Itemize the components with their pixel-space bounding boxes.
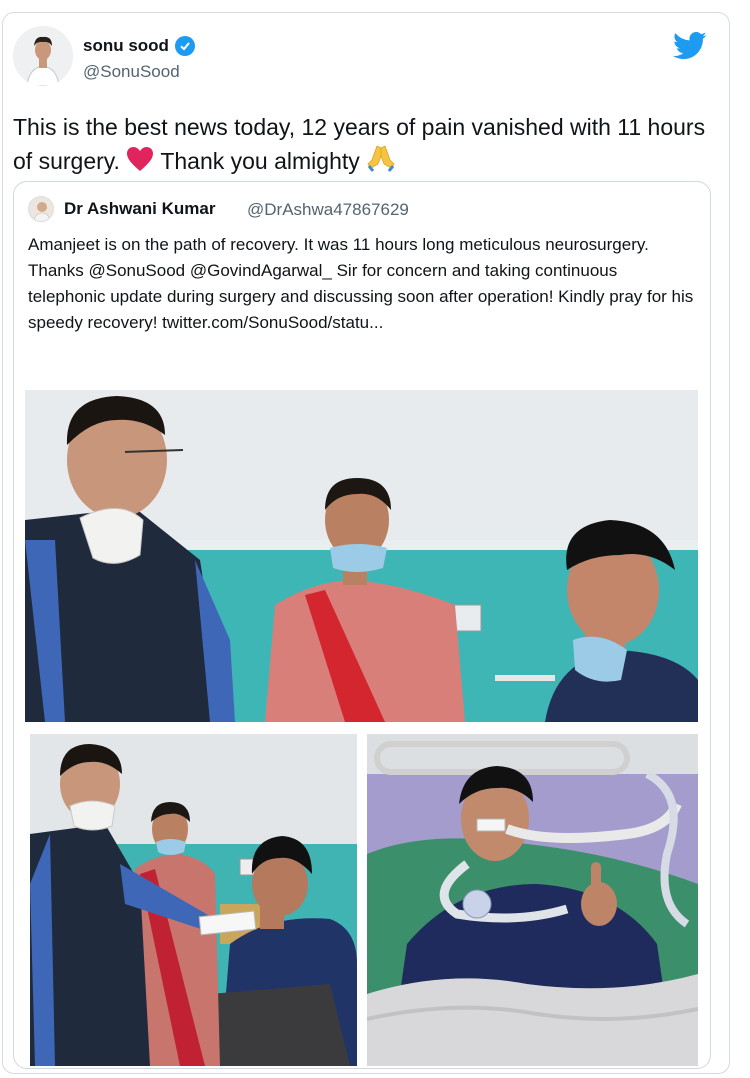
photo-doctor-visit[interactable] (25, 390, 698, 722)
heart-emoji-icon (126, 146, 154, 181)
photo-patient-icu[interactable] (367, 734, 698, 1066)
quoted-tweet[interactable]: Dr Ashwani Kumar @DrAshwa47867629 Amanje… (13, 181, 711, 1069)
tweet-text: This is the best news today, 12 years of… (13, 111, 719, 181)
folded-hands-emoji-icon (366, 144, 396, 181)
verified-badge-icon (174, 36, 195, 56)
tweet-text-thanks: Thank you almighty (160, 148, 360, 174)
display-name[interactable]: sonu sood (83, 36, 195, 56)
tweet-text-main: This is the best news today, 12 years of… (13, 114, 706, 174)
tweet-card: sonu sood @SonuSood This is the best new… (2, 12, 730, 1074)
photo-handing-report[interactable] (30, 734, 357, 1066)
quoted-handle[interactable]: @DrAshwa47867629 (247, 200, 409, 220)
user-handle[interactable]: @SonuSood (83, 62, 180, 82)
profile-avatar[interactable] (13, 26, 73, 86)
quoted-avatar[interactable] (28, 196, 54, 222)
display-name-text: sonu sood (83, 36, 169, 55)
twitter-bird-icon[interactable] (673, 31, 707, 61)
quoted-display-name[interactable]: Dr Ashwani Kumar (64, 199, 215, 219)
quoted-text: Amanjeet is on the path of recovery. It … (28, 235, 694, 332)
